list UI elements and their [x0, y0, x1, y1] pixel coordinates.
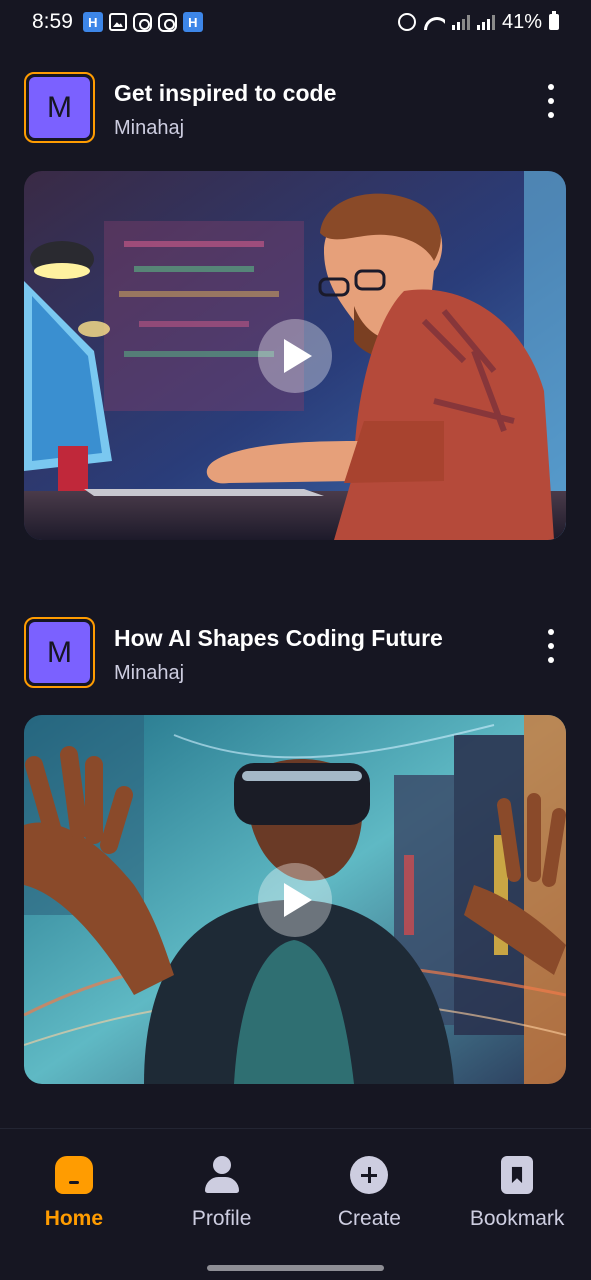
video-thumbnail[interactable] [24, 715, 566, 1084]
plus-circle-icon [350, 1156, 389, 1194]
video-author: Minahaj [114, 117, 185, 139]
status-left: 8:59 H H [32, 10, 203, 34]
more-options-icon[interactable] [546, 629, 556, 663]
more-options-icon[interactable] [546, 84, 556, 118]
tab-profile-label: Profile [191, 1207, 252, 1230]
avatar[interactable]: M [24, 72, 95, 143]
video-card: M Get inspired to code Minahaj [24, 72, 566, 540]
status-right: 41% [397, 10, 559, 34]
home-icon [54, 1156, 93, 1194]
avatar-letter: M [29, 622, 90, 683]
video-card: M How AI Shapes Coding Future Minahaj [24, 617, 566, 1084]
status-time: 8:59 [32, 10, 73, 33]
avatar-letter: M [29, 77, 90, 138]
signal-icon [451, 14, 470, 30]
tab-create-label: Create [337, 1207, 401, 1230]
h-app-icon: H [82, 12, 103, 32]
video-author: Minahaj [114, 662, 185, 684]
bottom-tab-bar: Home Profile Create Bookmark [0, 1128, 591, 1258]
video-card-header: M How AI Shapes Coding Future Minahaj [24, 617, 566, 689]
bookmark-icon [501, 1156, 534, 1194]
play-icon[interactable] [258, 318, 332, 393]
h-app-icon: H [182, 12, 203, 32]
profile-icon [203, 1156, 241, 1194]
wifi-icon [423, 14, 445, 30]
tab-create[interactable]: Create [296, 1156, 444, 1231]
signal-icon [476, 14, 495, 30]
video-card-header: M Get inspired to code Minahaj [24, 72, 566, 144]
alarm-icon [397, 13, 416, 31]
tab-profile[interactable]: Profile [148, 1156, 296, 1231]
gallery-icon [108, 13, 127, 31]
video-thumbnail[interactable] [24, 171, 566, 540]
home-indicator[interactable] [207, 1265, 384, 1271]
avatar[interactable]: M [24, 617, 95, 688]
battery-percent: 41% [501, 10, 542, 33]
tab-home-label: Home [44, 1207, 104, 1230]
tab-home[interactable]: Home [0, 1156, 148, 1231]
video-title: Get inspired to code [114, 80, 337, 106]
tab-bookmark-label: Bookmark [469, 1207, 565, 1230]
play-icon[interactable] [258, 862, 332, 937]
status-bar: 8:59 H H 41% [0, 0, 591, 44]
battery-icon [549, 11, 559, 30]
instagram-icon [157, 12, 177, 32]
video-title: How AI Shapes Coding Future [114, 625, 443, 651]
tab-bookmark[interactable]: Bookmark [443, 1156, 591, 1231]
instagram-icon [132, 12, 152, 32]
